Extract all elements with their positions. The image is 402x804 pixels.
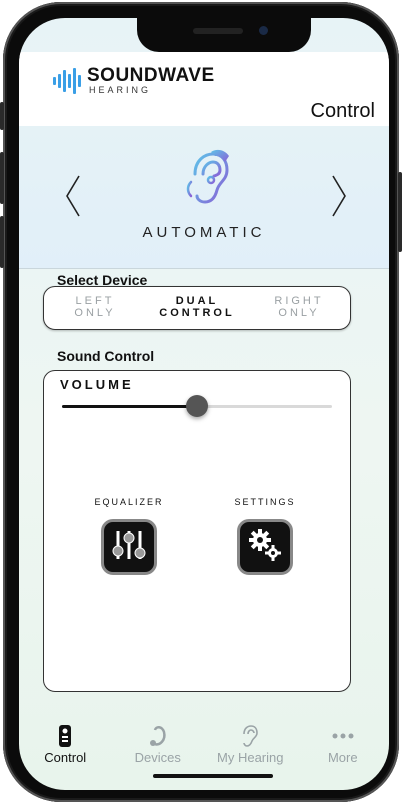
- remote-icon: [19, 724, 112, 748]
- soundwave-logo-icon: [53, 67, 81, 94]
- app-screen: SOUNDWAVE HEARING Control AUTOMATIC Sele…: [19, 18, 389, 790]
- chevron-left-icon[interactable]: [63, 174, 83, 225]
- brand-subtitle: HEARING: [89, 85, 152, 95]
- settings-button[interactable]: [237, 519, 293, 575]
- equalizer-label: EQUALIZER: [94, 497, 164, 507]
- segment-dual-control[interactable]: DUAL CONTROL: [146, 287, 248, 329]
- side-button-power: [398, 172, 402, 252]
- segment-left-line1: LEFT: [75, 295, 115, 307]
- segment-right-line1: RIGHT: [274, 295, 324, 307]
- sound-control-heading: Sound Control: [57, 348, 155, 364]
- brand-logo: SOUNDWAVE HEARING: [53, 66, 215, 95]
- tab-more-label: More: [327, 750, 358, 765]
- ellipsis-icon: [297, 724, 390, 748]
- segment-left-line2: ONLY: [74, 307, 116, 319]
- gears-icon: [245, 525, 285, 570]
- segment-dual-line1: DUAL: [175, 295, 219, 307]
- segment-right-only[interactable]: RIGHT ONLY: [248, 287, 350, 329]
- side-button-mute: [0, 102, 4, 130]
- hearing-aid-icon: [112, 724, 205, 748]
- segment-right-line2: ONLY: [278, 307, 320, 319]
- ear-icon: [204, 724, 297, 748]
- equalizer-group: EQUALIZER: [84, 497, 174, 575]
- side-button-volume-up: [0, 152, 4, 204]
- program-carousel: AUTOMATIC: [19, 126, 389, 269]
- program-mode-label: AUTOMATIC: [142, 224, 266, 241]
- equalizer-icon: [109, 525, 149, 570]
- app-header: SOUNDWAVE HEARING Control: [19, 52, 389, 126]
- volume-label: VOLUME: [60, 377, 134, 392]
- tab-devices-label: Devices: [134, 750, 181, 765]
- segment-dual-line2: CONTROL: [159, 307, 235, 319]
- brand-name: SOUNDWAVE: [87, 65, 215, 86]
- page-title: Control: [310, 100, 375, 122]
- notch: [137, 18, 311, 52]
- tab-control-label: Control: [44, 750, 87, 765]
- tab-my-hearing-label: My Hearing: [217, 750, 284, 765]
- tab-bar: Control Devices My Hearing More: [19, 718, 389, 790]
- home-indicator[interactable]: [153, 774, 273, 778]
- volume-slider[interactable]: [62, 395, 332, 417]
- side-button-volume-down: [0, 216, 4, 268]
- ear-hearing-aid-icon: [185, 148, 231, 213]
- tab-my-hearing[interactable]: My Hearing: [204, 718, 297, 790]
- device-segmented-control: LEFT ONLY DUAL CONTROL RIGHT ONLY: [43, 286, 351, 330]
- settings-label: SETTINGS: [234, 497, 296, 507]
- segment-left-only[interactable]: LEFT ONLY: [44, 287, 146, 329]
- front-camera: [259, 26, 268, 35]
- speaker-grille: [193, 28, 243, 34]
- volume-slider-fill: [62, 405, 197, 408]
- tab-more[interactable]: More: [297, 718, 390, 790]
- phone-frame: SOUNDWAVE HEARING Control AUTOMATIC Sele…: [0, 2, 402, 802]
- sound-control-card: VOLUME EQUALIZER SETTINGS: [43, 370, 351, 692]
- equalizer-button[interactable]: [101, 519, 157, 575]
- settings-group: SETTINGS: [220, 497, 310, 575]
- tab-control[interactable]: Control: [19, 718, 112, 790]
- chevron-right-icon[interactable]: [329, 174, 349, 225]
- tab-devices[interactable]: Devices: [112, 718, 205, 790]
- volume-slider-thumb[interactable]: [186, 395, 208, 417]
